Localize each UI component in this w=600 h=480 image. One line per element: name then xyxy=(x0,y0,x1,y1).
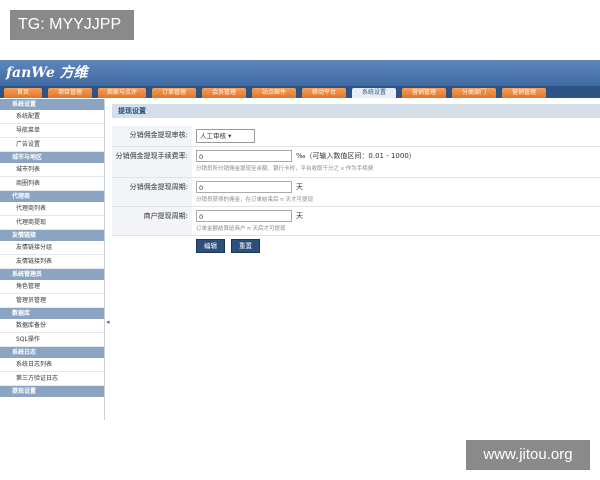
merchant-cycle-unit: 天 xyxy=(296,212,303,220)
sidebar-item-nav-menu[interactable]: 导航菜单 xyxy=(0,124,104,138)
commission-cycle-input[interactable]: 0 xyxy=(196,181,292,193)
top-nav: 首页 项目管理 商家与点评 订单管理 会员管理 站点邮件 移动平台 系统设置 营… xyxy=(4,88,546,98)
merchant-cycle-input[interactable]: 0 xyxy=(196,210,292,222)
sidebar-group-system[interactable]: 系统设置 xyxy=(0,99,104,110)
sidebar-item-link-groups[interactable]: 友情链接分组 xyxy=(0,241,104,255)
nav-marketing[interactable]: 营销管理 xyxy=(402,88,446,98)
sidebar-item-agent-withdraw[interactable]: 代理商提现 xyxy=(0,216,104,230)
sidebar-item-roles[interactable]: 角色管理 xyxy=(0,280,104,294)
nav-system-settings[interactable]: 系统设置 xyxy=(352,88,396,98)
fee-label: 分销佣金提现手续费率: xyxy=(112,147,192,177)
merchant-cycle-hint: 订单金额结算给商户 n 天后才可提现 xyxy=(196,226,286,232)
sidebar-group-admins[interactable]: 系统管理员 xyxy=(0,269,104,280)
merchant-cycle-label: 商户提现周期: xyxy=(112,207,192,235)
nav-merchants[interactable]: 商家与点评 xyxy=(98,88,146,98)
form-row-merchant-cycle: 商户提现周期: 0天 订单金额结算给商户 n 天后才可提现 xyxy=(112,207,600,236)
sidebar-group-agents[interactable]: 代理商 xyxy=(0,191,104,202)
sidebar-collapse-icon[interactable]: ◂ xyxy=(106,318,110,326)
sidebar-item-district-list[interactable]: 商圈列表 xyxy=(0,177,104,191)
app-header: fanWe 方维 xyxy=(0,60,600,86)
sidebar-item-city-list[interactable]: 城市列表 xyxy=(0,163,104,177)
sidebar-item-db-backup[interactable]: 数据库备份 xyxy=(0,319,104,333)
sidebar-group-database[interactable]: 数据库 xyxy=(0,308,104,319)
chevron-down-icon: ▾ xyxy=(228,132,232,140)
fee-hint: 分销员所分销佣金提现至余额、银行卡时，平台收取千分之 x 作为手续费 xyxy=(196,166,374,172)
sidebar-group-cities[interactable]: 城市与地区 xyxy=(0,152,104,163)
form-row-review: 分销佣金提现审核: 人工审核 ▾ xyxy=(112,126,600,147)
form-row-commission-cycle: 分销佣金提现周期: 0天 分销员获得的佣金，在订单结束后 n 天才可提现 xyxy=(112,178,600,207)
sidebar-item-sql[interactable]: SQL操作 xyxy=(0,333,104,347)
form-row-fee: 分销佣金提现手续费率: 0 ‰（可输入数值区间：0.01 - 1000） 分销员所… xyxy=(112,147,600,178)
sidebar-group-links[interactable]: 友情链接 xyxy=(0,230,104,241)
nav-marketing-2[interactable]: 营销管理 xyxy=(502,88,546,98)
nav-home[interactable]: 首页 xyxy=(4,88,42,98)
sidebar-item-ad-settings[interactable]: 广告设置 xyxy=(0,138,104,152)
nav-orders[interactable]: 订单管理 xyxy=(152,88,196,98)
sidebar-group-withdraw[interactable]: 提现设置 xyxy=(0,386,104,397)
review-select-value: 人工审核 xyxy=(200,132,226,140)
fee-input[interactable]: 0 xyxy=(196,150,292,162)
main-content: 提现设置 分销佣金提现审核: 人工审核 ▾ 分销佣金提现手续费率: 0 ‰（可输入… xyxy=(112,104,600,420)
sidebar-item-admin-manage[interactable]: 管理员管理 xyxy=(0,294,104,308)
nav-mail[interactable]: 站点邮件 xyxy=(252,88,296,98)
fee-unit: ‰（可输入数值区间：0.01 - 1000） xyxy=(296,152,416,160)
sidebar-item-link-list[interactable]: 友情链接列表 xyxy=(0,255,104,269)
reset-button[interactable]: 重置 xyxy=(231,239,260,253)
form-actions: 编辑 重置 xyxy=(112,236,600,256)
sidebar-item-system-config[interactable]: 系统配置 xyxy=(0,110,104,124)
commission-cycle-hint: 分销员获得的佣金，在订单结束后 n 天才可提现 xyxy=(196,197,313,203)
nav-categories[interactable]: 分类部门 xyxy=(452,88,496,98)
nav-mobile[interactable]: 移动平台 xyxy=(302,88,346,98)
watermark-bottom-right: www.jitou.org xyxy=(466,440,590,470)
nav-projects[interactable]: 项目管理 xyxy=(48,88,92,98)
nav-members[interactable]: 会员管理 xyxy=(202,88,246,98)
page-title: 提现设置 xyxy=(112,104,600,118)
sidebar-group-logs[interactable]: 系统日志 xyxy=(0,347,104,358)
sidebar-item-third-party-logs[interactable]: 第三方验证日志 xyxy=(0,372,104,386)
sidebar-item-system-logs[interactable]: 系统日志列表 xyxy=(0,358,104,372)
review-label: 分销佣金提现审核: xyxy=(112,126,192,146)
sidebar-item-agent-list[interactable]: 代理商列表 xyxy=(0,202,104,216)
sidebar: 系统设置 系统配置 导航菜单 广告设置 城市与地区 城市列表 商圈列表 代理商 … xyxy=(0,99,105,420)
watermark-top-left: TG: MYYJJPP xyxy=(10,10,134,40)
edit-button[interactable]: 编辑 xyxy=(196,239,225,253)
commission-cycle-unit: 天 xyxy=(296,183,303,191)
brand-logo: fanWe 方维 xyxy=(6,65,88,81)
review-select[interactable]: 人工审核 ▾ xyxy=(196,129,255,143)
commission-cycle-label: 分销佣金提现周期: xyxy=(112,178,192,206)
